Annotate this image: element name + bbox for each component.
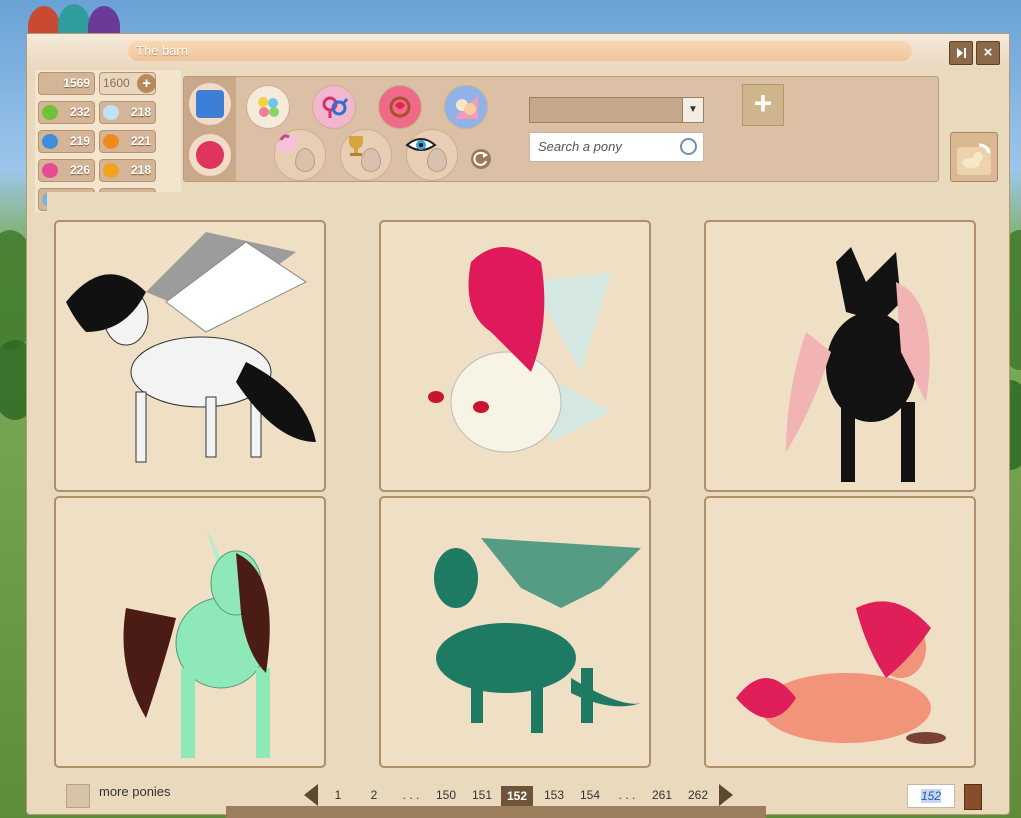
money-stat: 1569 xyxy=(38,72,95,95)
gender-chip-icon xyxy=(322,96,349,118)
resource-panel: 1569 1600 + 232 218 219 221 226 218 113 … xyxy=(35,70,181,212)
search-icon xyxy=(680,138,697,155)
pony-teal-batwing-pony xyxy=(434,538,641,733)
pony-card[interactable] xyxy=(704,220,976,492)
pony-card[interactable] xyxy=(54,220,326,492)
hygiene-stat: 218 xyxy=(99,159,156,182)
favorite-star-icon xyxy=(196,141,224,169)
trait-drop-icon xyxy=(427,148,447,172)
unicorn-trait-chip[interactable] xyxy=(274,129,326,181)
page-number-input[interactable]: 152 xyxy=(907,784,955,808)
pony-card[interactable] xyxy=(379,496,651,768)
pony-card[interactable] xyxy=(379,220,651,492)
love-filter-chip[interactable] xyxy=(378,85,422,129)
hydration-stat: 219 xyxy=(38,130,95,153)
capacity-value: 1600 xyxy=(103,76,130,90)
more-ponies-label: more ponies xyxy=(99,784,171,799)
heart-icon xyxy=(42,163,58,178)
go-to-page-button[interactable] xyxy=(964,784,982,810)
page-ellipsis: . . . xyxy=(618,788,636,802)
page-link-1[interactable]: 1 xyxy=(322,788,354,802)
morale-stat: 221 xyxy=(99,130,156,153)
paw-icon xyxy=(103,163,119,178)
folder-star-icon xyxy=(196,90,224,118)
buy-capacity-button[interactable]: + xyxy=(137,74,156,93)
search-placeholder: Search a pony xyxy=(538,139,622,154)
page-number-value: 152 xyxy=(920,789,942,803)
pony-search-input[interactable]: Search a pony xyxy=(529,132,704,162)
plus-icon: + xyxy=(753,85,773,121)
background-tab-strip xyxy=(226,806,766,818)
close-button[interactable]: × xyxy=(976,41,1000,65)
page-link-151[interactable]: 151 xyxy=(466,788,498,802)
page-ellipsis: . . . xyxy=(402,788,420,802)
page-link-153[interactable]: 153 xyxy=(538,788,570,802)
favorite-category-button[interactable] xyxy=(186,131,234,179)
pony-card[interactable] xyxy=(704,496,976,768)
pony-grid xyxy=(47,192,986,776)
eye-trait-chip[interactable] xyxy=(405,129,458,181)
prev-page-arrow-icon[interactable] xyxy=(304,784,318,806)
pony-mint-brown-pony xyxy=(123,528,270,758)
page-link-152-current[interactable]: 152 xyxy=(501,786,533,806)
folder-pony-icon xyxy=(957,143,991,175)
page-link-261[interactable]: 261 xyxy=(646,788,678,802)
page-link-2[interactable]: 2 xyxy=(358,788,390,802)
pony-pink-fluffy-pony xyxy=(736,601,946,744)
money-value: 1569 xyxy=(63,76,90,90)
pony-white-red-fairy-pony xyxy=(428,247,611,453)
collapse-button[interactable] xyxy=(949,41,973,65)
refresh-icon xyxy=(473,151,488,166)
reset-filters-button[interactable] xyxy=(471,149,491,169)
sort-dropdown[interactable]: ▼ xyxy=(529,97,704,123)
health-value: 218 xyxy=(130,105,151,119)
pair-filter-chip[interactable] xyxy=(444,85,488,129)
hygiene-value: 218 xyxy=(130,163,151,177)
gender-filter-chip[interactable] xyxy=(312,85,356,129)
energy-value: 232 xyxy=(69,105,90,119)
water-drops-icon xyxy=(42,134,58,149)
morale-value: 221 xyxy=(130,134,151,148)
pony-card[interactable] xyxy=(54,496,326,768)
pony-black-white-pegasus xyxy=(66,232,316,463)
add-filter-button[interactable]: + xyxy=(742,84,784,126)
window-titlebar[interactable]: The barn × xyxy=(27,34,1009,70)
page-link-154[interactable]: 154 xyxy=(574,788,606,802)
plus-icon: + xyxy=(142,75,151,92)
page-link-150[interactable]: 150 xyxy=(430,788,462,802)
pair-chip-icon xyxy=(454,95,478,119)
health-stat: 218 xyxy=(99,101,156,124)
love-ring-chip-icon xyxy=(389,96,411,118)
more-ponies-checkbox[interactable] xyxy=(66,784,90,808)
love-value: 226 xyxy=(69,163,90,177)
collapse-icon xyxy=(957,48,966,58)
move-pony-folder-button[interactable] xyxy=(950,132,998,182)
page-link-262[interactable]: 262 xyxy=(682,788,714,802)
energy-stat: 232 xyxy=(38,101,95,124)
folder-category-button[interactable] xyxy=(186,80,234,128)
filter-panel: ▼ Search a pony + xyxy=(183,76,939,182)
trait-drop-icon xyxy=(295,148,315,172)
barn-window: The barn × 1569 1600 + 232 218 219 221 2… xyxy=(26,33,1010,815)
flame-icon xyxy=(103,134,119,149)
hydration-value: 219 xyxy=(69,134,90,148)
cloud-icon xyxy=(103,105,119,120)
trait-drop-icon xyxy=(361,148,381,172)
window-title: The barn xyxy=(128,41,912,61)
colors-chip-icon xyxy=(258,97,279,117)
trophy-trait-chip[interactable] xyxy=(340,129,392,181)
next-page-arrow-icon[interactable] xyxy=(719,784,733,806)
apple-icon xyxy=(42,105,58,120)
love-stat: 226 xyxy=(38,159,95,182)
chevron-down-icon: ▼ xyxy=(682,98,703,122)
pony-black-pink-pony xyxy=(786,247,930,482)
colors-filter-chip[interactable] xyxy=(246,85,290,129)
